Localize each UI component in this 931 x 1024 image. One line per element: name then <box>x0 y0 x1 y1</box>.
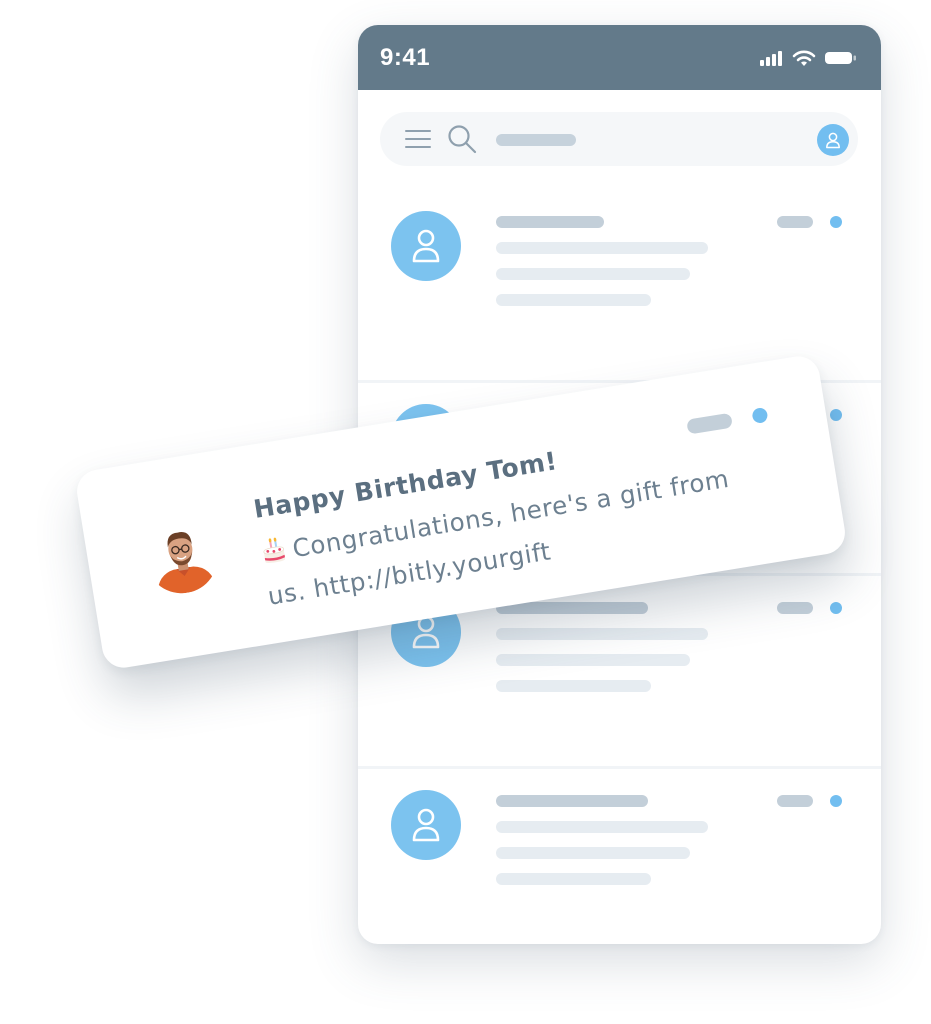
preview-line-placeholder <box>496 242 708 254</box>
preview-line-placeholder <box>496 268 690 280</box>
search-input-placeholder[interactable] <box>496 134 576 146</box>
search-icon[interactable] <box>447 124 477 154</box>
user-icon <box>412 808 440 842</box>
status-icons <box>759 49 857 67</box>
canvas: 9:41 Happy Birthday Tom! Congratulations… <box>0 0 931 1024</box>
menu-icon[interactable] <box>405 127 431 151</box>
sender-placeholder <box>496 795 648 807</box>
unread-dot <box>751 406 769 425</box>
preview-line-placeholder <box>496 628 708 640</box>
status-bar: 9:41 <box>358 25 881 90</box>
conversation-item[interactable] <box>358 769 881 944</box>
user-icon <box>412 229 440 263</box>
unread-dot <box>830 409 842 421</box>
user-avatar <box>391 211 461 281</box>
timestamp-placeholder <box>777 602 813 614</box>
timestamp-placeholder <box>777 216 813 228</box>
user-avatar <box>391 790 461 860</box>
unread-dot <box>830 795 842 807</box>
conversation-item[interactable] <box>358 190 881 383</box>
sender-avatar <box>140 515 223 599</box>
preview-line-placeholder <box>496 294 651 306</box>
sender-placeholder <box>496 216 604 228</box>
birthday-cake-icon <box>259 534 291 578</box>
profile-icon[interactable] <box>817 124 849 156</box>
battery-icon <box>825 51 856 64</box>
timestamp-placeholder <box>777 795 813 807</box>
preview-line-placeholder <box>496 680 651 692</box>
person-photo-icon <box>157 532 218 598</box>
wifi-icon <box>792 50 816 66</box>
timestamp-placeholder <box>686 412 733 435</box>
preview-line-placeholder <box>496 847 690 859</box>
preview-line-placeholder <box>496 873 651 885</box>
preview-line-placeholder <box>496 821 708 833</box>
unread-dot <box>830 216 842 228</box>
cellular-signal-icon <box>760 50 782 66</box>
preview-line-placeholder <box>496 654 690 666</box>
status-time: 9:41 <box>380 43 431 71</box>
search-bar[interactable] <box>380 112 858 166</box>
unread-dot <box>830 602 842 614</box>
